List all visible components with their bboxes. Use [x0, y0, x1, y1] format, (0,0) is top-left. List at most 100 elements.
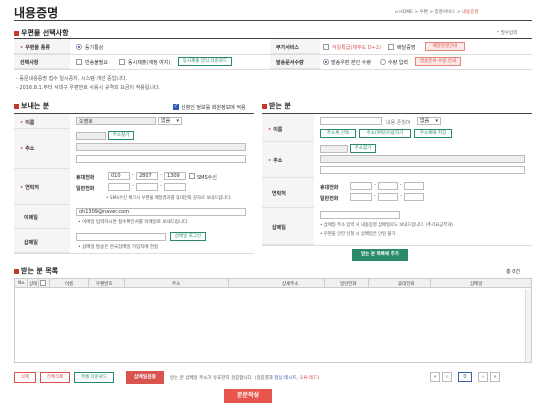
receiver-phone-3[interactable]	[404, 193, 424, 201]
receiver-list-title: 받는 분 목록	[14, 266, 58, 276]
receiver-contact-label: 연락처	[272, 191, 286, 197]
receiver-zip-input[interactable]	[320, 145, 348, 153]
write-body-button[interactable]: 본문작성	[224, 389, 272, 403]
sender-mobile-label: 휴대전화	[76, 175, 95, 181]
notice-2: - 2016.8.1.부터 서대구 우편번호 사용시 규격외 요금이 적용됩니다…	[16, 85, 161, 91]
simultaneous-form-download-button[interactable]: 동시제출 양식 다운로드	[178, 57, 232, 66]
email-note: • 이메일 입력하시면 접수확인서를 이메일로 보내드립니다.	[78, 220, 189, 225]
sender-mobile-3[interactable]	[164, 172, 186, 180]
delete-all-button[interactable]: 전체삭제	[40, 372, 70, 383]
simultaneous-label: 동시제출(계정 여지)	[128, 60, 171, 66]
sender-email-label: 이메일	[24, 215, 38, 221]
next-page-icon[interactable]: ›	[478, 372, 488, 382]
sender-zip-input[interactable]	[76, 132, 106, 140]
sender-title: 보내는 분	[14, 101, 49, 111]
receiver-mobile-1[interactable]	[350, 182, 372, 190]
no-return-label: 반송불필요	[85, 60, 109, 66]
add-receiver-button[interactable]: 받는 분 목록에 추가	[352, 249, 408, 261]
delivery-proof-checkbox[interactable]	[388, 44, 394, 50]
sender-contact-label: • 연락처	[20, 185, 40, 191]
receiver-mobile-3[interactable]	[404, 182, 424, 190]
receiver-list-table	[14, 278, 532, 363]
seal-note: • 삽메일 발송은 한국삽메일 가입자에 한함	[78, 245, 159, 250]
seal-login-button[interactable]: 삽메일 로그인	[170, 232, 206, 241]
sender-addr-input[interactable]	[76, 143, 246, 151]
sender-doc-info-button[interactable]: 발송문서 수량 안내	[415, 57, 461, 66]
section-marker-icon	[14, 268, 19, 274]
section-marker-icon	[14, 103, 19, 109]
delivery-proof-label: 배달증명	[397, 45, 416, 51]
sender-phone-3[interactable]	[164, 183, 186, 191]
receiver-mobile-label: 휴대전화	[320, 185, 339, 191]
last-page-icon[interactable]: »	[490, 372, 500, 382]
receiver-seal-input[interactable]	[320, 211, 400, 219]
first-page-icon[interactable]: «	[430, 372, 440, 382]
receiver-total-count: 총 0건	[506, 269, 520, 275]
breadcrumb-item[interactable]: 증명서비스	[435, 10, 456, 15]
receiver-name-select[interactable]: 없음	[417, 117, 441, 125]
mail-type-value: 등기통상	[85, 45, 104, 51]
receiver-name-input[interactable]	[320, 117, 382, 125]
sender-doc-radio-self[interactable]	[323, 59, 329, 65]
receiver-addr-detail-input[interactable]	[320, 166, 525, 174]
save-address-book-button[interactable]: 주소록에 저장	[414, 129, 452, 138]
sender-doc-self-label: 발송우편 본인 수량	[331, 60, 371, 66]
sender-addr-search-button[interactable]: 주소찾기	[108, 131, 134, 140]
col-mobile: 휴대전화	[398, 282, 415, 287]
list-scrollbar[interactable]	[525, 289, 531, 362]
sender-seal-input[interactable]	[76, 233, 166, 241]
receiver-addr-input[interactable]	[320, 155, 525, 163]
delivery-proof-info-button[interactable]: 배달증명안내	[425, 42, 465, 51]
breadcrumb-item[interactable]: 우편	[420, 10, 428, 15]
apply-member-info-label: 신청인 정보를 회원정보에 적용	[181, 105, 246, 111]
sender-name-input[interactable]	[76, 117, 156, 125]
sender-email-input[interactable]	[76, 208, 246, 216]
sender-phone-1[interactable]	[108, 183, 130, 191]
mail-type-label: • 우편물 종류	[20, 45, 50, 51]
receiver-phone-1[interactable]	[350, 193, 372, 201]
excel-download-button[interactable]: 엑셀 다운로드	[74, 372, 114, 383]
seal-verify-button[interactable]: 삽메일검증	[126, 371, 164, 384]
address-book-select-button[interactable]: 주소록 선택	[320, 129, 356, 138]
col-seal: 삽메일	[470, 282, 483, 287]
breadcrumb: ⌂ HOME > 우편 > 증명서비스 > 내용증명	[395, 10, 479, 15]
receiver-mobile-2[interactable]	[378, 182, 398, 190]
receiver-title: 받는 분	[262, 101, 291, 111]
apply-member-info-checkbox[interactable]	[173, 103, 179, 110]
bulk-address-button[interactable]: 주소(여럿)이용하기	[359, 129, 411, 138]
simultaneous-checkbox[interactable]	[119, 59, 125, 65]
sender-mobile-2[interactable]	[136, 172, 158, 180]
receiver-addr-search-button[interactable]: 주소찾기	[350, 144, 376, 153]
sender-name-select[interactable]: 없음	[158, 117, 182, 125]
delete-button[interactable]: 삭제	[14, 372, 36, 383]
sender-phone-2[interactable]	[136, 183, 158, 191]
breadcrumb-current[interactable]: 내용증명	[462, 10, 479, 15]
select-all-checkbox[interactable]	[40, 280, 46, 286]
col-address-detail: 상세주소	[282, 282, 299, 287]
receiver-phone-2[interactable]	[378, 193, 398, 201]
sender-doc-radio-input[interactable]	[380, 59, 386, 65]
col-zip: 우편번호	[96, 282, 113, 287]
express-checkbox[interactable]	[323, 44, 329, 50]
sender-addr-detail-input[interactable]	[76, 155, 246, 163]
sms-checkbox[interactable]	[189, 173, 195, 179]
sender-phone-label: 일반전화	[76, 186, 95, 192]
home-icon[interactable]: ⌂	[395, 10, 398, 15]
sender-addr-label: • 주소	[20, 146, 35, 152]
no-return-checkbox[interactable]	[76, 59, 82, 65]
receiver-name-hint: 내용 존칭어	[386, 120, 411, 126]
breadcrumb-home[interactable]: HOME	[399, 10, 413, 15]
sender-doc-input-label: 수량 입력	[388, 60, 408, 66]
mail-options-title: 우편물 선택사항	[14, 28, 69, 38]
prev-page-icon[interactable]: ‹	[442, 372, 452, 382]
choice-label: 선택사항	[20, 60, 39, 66]
mail-type-radio[interactable]	[76, 44, 82, 50]
receiver-seal-label: 삽메일	[272, 225, 286, 231]
verify-note: 받는 분 삽메일 주소가 유효한지 검증합니다. (검증결과 정상:레시트, 오…	[170, 376, 320, 381]
title-divider	[14, 20, 532, 21]
receiver-seal-note-2: • 우편을 안한 신청 시 삽메일은 안된 불가	[320, 232, 396, 237]
express-label: 익일특급(제주도 D+2)	[332, 45, 381, 51]
sender-mobile-1[interactable]	[108, 172, 130, 180]
col-status: 상태	[29, 282, 38, 287]
page-number[interactable]: 0	[458, 372, 472, 382]
